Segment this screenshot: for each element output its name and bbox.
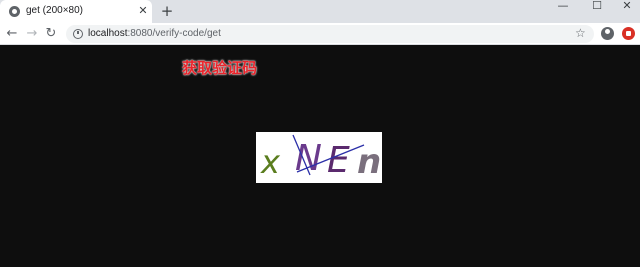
forward-button[interactable]: → bbox=[24, 26, 40, 42]
url-host: localhost bbox=[88, 28, 128, 39]
globe-icon bbox=[9, 6, 20, 17]
new-tab-button[interactable]: + bbox=[159, 3, 175, 19]
extension-icon[interactable] bbox=[622, 27, 635, 40]
info-icon[interactable] bbox=[73, 29, 83, 39]
reload-button[interactable]: ↻ bbox=[43, 26, 59, 42]
bookmark-star-icon[interactable]: ☆ bbox=[575, 26, 586, 40]
captcha-letter: n bbox=[357, 142, 381, 182]
captcha-image: x N E n bbox=[256, 132, 382, 183]
back-button[interactable]: ← bbox=[4, 26, 20, 42]
close-tab-icon[interactable]: ✕ bbox=[136, 4, 150, 18]
page-content: 获取验证码 x N E n bbox=[0, 45, 640, 267]
page-heading: 获取验证码 bbox=[182, 59, 258, 77]
close-window-button[interactable]: ✕ bbox=[612, 0, 640, 14]
browser-toolbar: ← → ↻ localhost:8080/verify-code/get ☆ bbox=[0, 23, 640, 45]
captcha-graphic: x N E n bbox=[260, 134, 381, 182]
tab-title: get (200×80) bbox=[26, 5, 83, 16]
url-path: :8080/verify-code/get bbox=[127, 28, 221, 39]
captcha-letter: x bbox=[260, 143, 281, 181]
url-text[interactable]: localhost:8080/verify-code/get bbox=[88, 28, 221, 39]
minimize-window-button[interactable]: — bbox=[548, 0, 578, 14]
browser-tab[interactable]: get (200×80) ✕ bbox=[0, 0, 152, 23]
tab-strip: get (200×80) ✕ + — ☐ ✕ bbox=[0, 0, 640, 23]
maximize-window-button[interactable]: ☐ bbox=[582, 0, 612, 14]
address-bar[interactable]: localhost:8080/verify-code/get ☆ bbox=[66, 25, 594, 43]
profile-avatar-icon[interactable] bbox=[601, 27, 614, 40]
captcha-letter: E bbox=[327, 140, 350, 181]
